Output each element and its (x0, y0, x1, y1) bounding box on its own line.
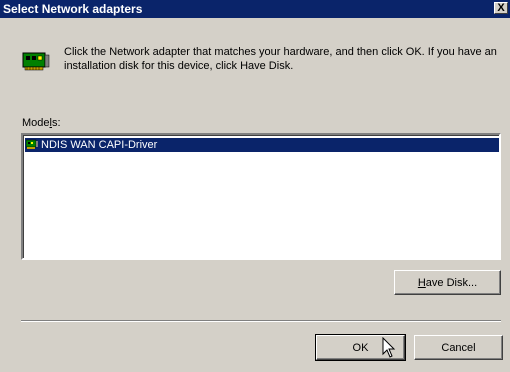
models-label: Models: (22, 117, 61, 129)
models-listbox[interactable]: NDIS WAN CAPI-Driver (20, 132, 502, 261)
list-item-label: NDIS WAN CAPI-Driver (41, 139, 158, 151)
list-item[interactable]: NDIS WAN CAPI-Driver (25, 138, 499, 152)
separator (21, 320, 501, 322)
mouse-pointer-icon (382, 337, 396, 358)
cancel-label: Cancel (441, 341, 476, 354)
ok-label: OK (352, 341, 369, 354)
title-bar[interactable]: Select Network adapters X (0, 0, 510, 18)
close-button[interactable]: X (494, 2, 508, 14)
have-disk-label: Have Disk... (417, 276, 478, 289)
instructions-text: Click the Network adapter that matches y… (64, 46, 497, 72)
window-title: Select Network adapters (3, 2, 143, 16)
cancel-button[interactable]: Cancel (414, 335, 503, 360)
network-adapter-icon (22, 52, 50, 71)
close-icon: X (497, 2, 505, 14)
select-network-adapters-dialog: Select Network adapters X Click the Netw… (0, 0, 510, 372)
have-disk-button[interactable]: Have Disk... (394, 270, 501, 295)
network-card-icon (26, 139, 38, 149)
